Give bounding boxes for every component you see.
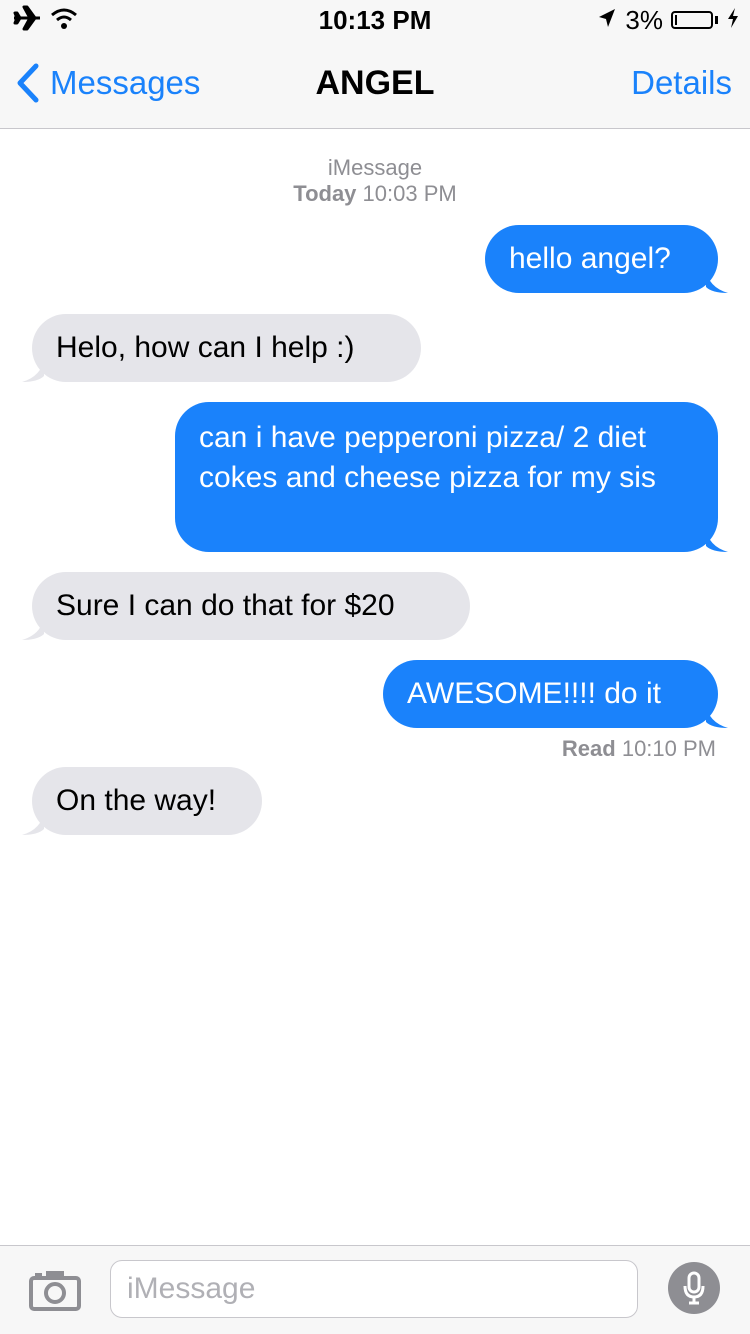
- details-button[interactable]: Details: [631, 60, 732, 106]
- bubble-tail: [22, 358, 44, 382]
- message-text: hello angel?: [509, 242, 671, 275]
- thread-timestamp: Today 10:03 PM: [0, 181, 750, 207]
- message-bubble-outgoing[interactable]: AWESOME!!!! do it: [383, 660, 728, 728]
- battery-tip: [715, 16, 718, 24]
- read-receipt: Read 10:10 PM: [562, 736, 716, 762]
- bubble-tail: [706, 704, 728, 728]
- microphone-button[interactable]: [668, 1262, 720, 1314]
- service-label: iMessage: [327, 155, 423, 180]
- message-text: Sure I can do that for $20: [56, 589, 395, 622]
- thread-date-time: 10:03 PM: [362, 181, 457, 206]
- thread-date-label: Today: [293, 181, 357, 206]
- camera-button[interactable]: [28, 1268, 82, 1312]
- message-bubble-outgoing[interactable]: can i have pepperoni pizza/ 2 diet cokes…: [175, 402, 728, 552]
- messages-screen: 10:13 PM 3% Messages ANGEL Details iMess…: [0, 0, 750, 1334]
- charging-bolt-icon: [726, 5, 740, 36]
- message-bubble-incoming[interactable]: On the way!: [22, 767, 262, 835]
- message-input[interactable]: [110, 1260, 638, 1318]
- bubble-tail: [706, 528, 728, 552]
- bubble-tail: [22, 616, 44, 640]
- read-label: Read: [561, 736, 616, 761]
- message-text: Helo, how can I help :): [56, 331, 355, 364]
- message-bubble-incoming[interactable]: Sure I can do that for $20: [22, 572, 470, 640]
- battery-level: [675, 15, 677, 25]
- message-bubble-incoming[interactable]: Helo, how can I help :): [22, 314, 421, 382]
- camera-icon: [29, 1271, 81, 1311]
- top-bar: 10:13 PM 3% Messages ANGEL Details: [0, 0, 750, 129]
- battery-icon: [671, 11, 713, 29]
- navigation-bar: Messages ANGEL Details: [0, 40, 750, 128]
- message-input-bar: [0, 1245, 750, 1334]
- read-time: 10:10 PM: [621, 736, 716, 761]
- bubble-tail: [22, 811, 44, 835]
- location-arrow-icon: [597, 5, 617, 36]
- message-text: can i have pepperoni pizza/ 2 diet cokes…: [199, 421, 656, 494]
- message-text: AWESOME!!!! do it: [407, 677, 661, 710]
- microphone-icon: [683, 1271, 705, 1305]
- status-bar: 10:13 PM 3%: [0, 0, 750, 40]
- bubble-tail: [706, 269, 728, 293]
- battery-percent: 3%: [625, 4, 663, 35]
- message-bubble-outgoing[interactable]: hello angel?: [485, 225, 728, 293]
- status-right: 3%: [597, 4, 740, 36]
- message-text: On the way!: [56, 784, 217, 817]
